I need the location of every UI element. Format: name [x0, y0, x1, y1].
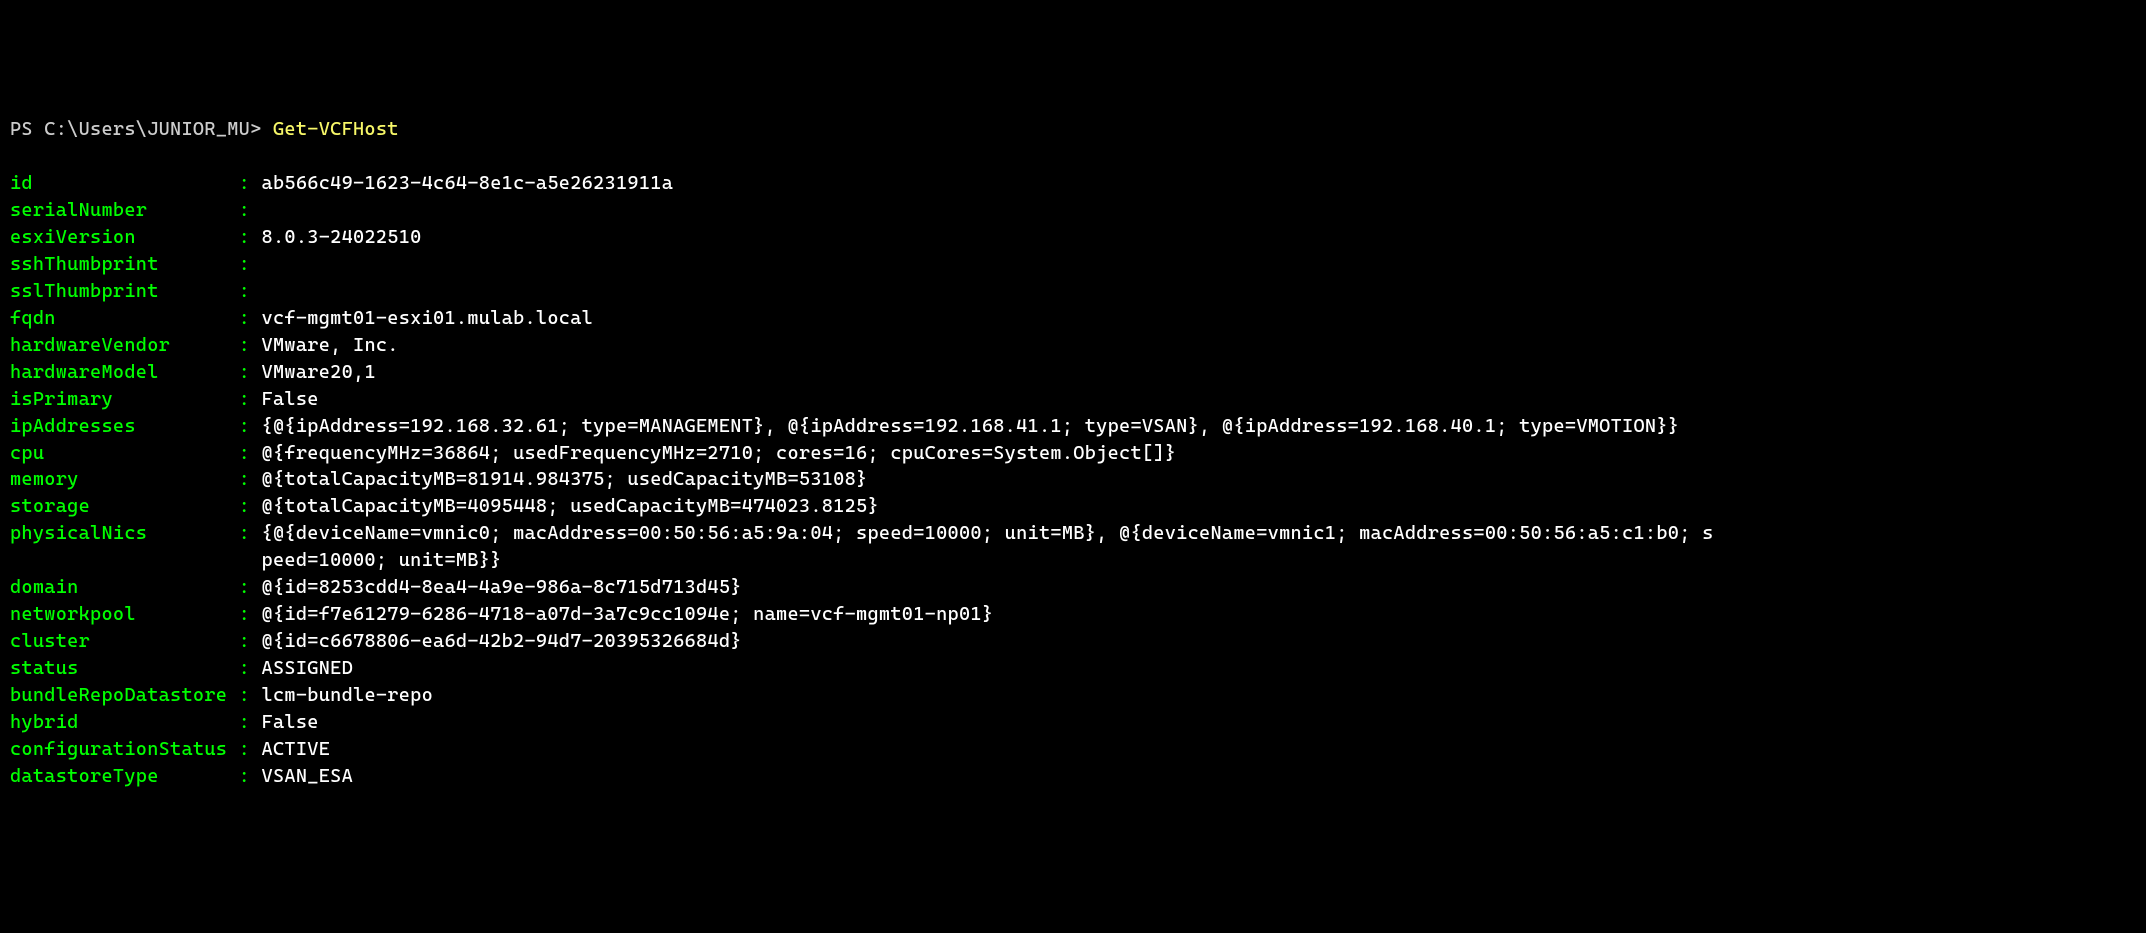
property-value: @{frequencyMHz=36864; usedFrequencyMHz=2…: [262, 442, 1177, 464]
property-value: VSAN_ESA: [262, 765, 353, 787]
property-name: sshThumbprint: [10, 253, 227, 275]
property-name: isPrimary: [10, 388, 227, 410]
property-row: networkpool : @{id=f7e61279-6286-4718-a0…: [10, 601, 2136, 628]
property-value: False: [262, 388, 319, 410]
property-separator: :: [227, 442, 261, 464]
property-row: hardwareModel : VMware20,1: [10, 359, 2136, 386]
property-name: hardwareModel: [10, 361, 227, 383]
property-name: fqdn: [10, 307, 227, 329]
property-value: @{id=c6678806-ea6d-42b2-94d7-20395326684…: [262, 630, 742, 652]
property-value: @{id=f7e61279-6286-4718-a07d-3a7c9cc1094…: [262, 603, 994, 625]
property-name: esxiVersion: [10, 226, 227, 248]
property-row: datastoreType : VSAN_ESA: [10, 763, 2136, 790]
property-separator: :: [227, 657, 261, 679]
property-row: serialNumber :: [10, 197, 2136, 224]
property-separator: :: [227, 630, 261, 652]
property-row: cpu : @{frequencyMHz=36864; usedFrequenc…: [10, 440, 2136, 467]
property-row: domain : @{id=8253cdd4-8ea4-4a9e-986a-8c…: [10, 574, 2136, 601]
property-name: networkpool: [10, 603, 227, 625]
property-separator: :: [227, 253, 261, 275]
property-row: status : ASSIGNED: [10, 655, 2136, 682]
property-separator: :: [227, 468, 261, 490]
property-value: ACTIVE: [262, 738, 331, 760]
prompt-command: Get-VCFHost: [273, 118, 399, 140]
property-name: cpu: [10, 442, 227, 464]
properties-list: id : ab566c49-1623-4c64-8e1c-a5e26231911…: [10, 170, 2136, 790]
property-name: status: [10, 657, 227, 679]
property-name: serialNumber: [10, 199, 227, 221]
property-value: {@{ipAddress=192.168.32.61; type=MANAGEM…: [262, 415, 1680, 437]
property-separator: :: [227, 226, 261, 248]
property-separator: :: [227, 388, 261, 410]
property-row: sslThumbprint :: [10, 278, 2136, 305]
property-name: configurationStatus: [10, 738, 227, 760]
property-value: vcf-mgmt01-esxi01.mulab.local: [262, 307, 594, 329]
property-separator: :: [227, 711, 261, 733]
property-name: sslThumbprint: [10, 280, 227, 302]
property-row: esxiVersion : 8.0.3-24022510: [10, 224, 2136, 251]
property-name: ipAddresses: [10, 415, 227, 437]
property-name: physicalNics: [10, 522, 227, 544]
blank-line: [10, 143, 2136, 170]
property-value: @{id=8253cdd4-8ea4-4a9e-986a-8c715d713d4…: [262, 576, 742, 598]
property-name: bundleRepoDatastore: [10, 684, 227, 706]
property-separator: :: [227, 738, 261, 760]
property-value: @{totalCapacityMB=81914.984375; usedCapa…: [262, 468, 868, 490]
property-row: id : ab566c49-1623-4c64-8e1c-a5e26231911…: [10, 170, 2136, 197]
property-separator: :: [227, 684, 261, 706]
property-row: cluster : @{id=c6678806-ea6d-42b2-94d7-2…: [10, 628, 2136, 655]
property-name: storage: [10, 495, 227, 517]
property-separator: :: [227, 280, 261, 302]
property-value: ASSIGNED: [262, 657, 353, 679]
property-row: isPrimary : False: [10, 386, 2136, 413]
property-separator: :: [227, 576, 261, 598]
property-separator: :: [227, 765, 261, 787]
property-separator: :: [227, 334, 261, 356]
property-separator: :: [227, 495, 261, 517]
property-row: sshThumbprint :: [10, 251, 2136, 278]
prompt-prefix: PS C:\Users\JUNIOR_MU>: [10, 118, 273, 140]
terminal-output: PS C:\Users\JUNIOR_MU> Get-VCFHost id : …: [10, 116, 2136, 790]
property-name: domain: [10, 576, 227, 598]
property-row: memory : @{totalCapacityMB=81914.984375;…: [10, 466, 2136, 493]
property-separator: :: [227, 199, 261, 221]
property-name: cluster: [10, 630, 227, 652]
property-separator: :: [227, 172, 261, 194]
property-value: lcm-bundle-repo: [262, 684, 434, 706]
property-value: VMware, Inc.: [262, 334, 399, 356]
property-row: hybrid : False: [10, 709, 2136, 736]
property-value: {@{deviceName=vmnic0; macAddress=00:50:5…: [262, 522, 1714, 544]
property-row: physicalNics : {@{deviceName=vmnic0; mac…: [10, 520, 2136, 547]
property-name: hardwareVendor: [10, 334, 227, 356]
property-value: ab566c49-1623-4c64-8e1c-a5e26231911a: [262, 172, 674, 194]
property-name: datastoreType: [10, 765, 227, 787]
property-name: hybrid: [10, 711, 227, 733]
property-separator: :: [227, 603, 261, 625]
property-row: ipAddresses : {@{ipAddress=192.168.32.61…: [10, 413, 2136, 440]
property-row: configurationStatus : ACTIVE: [10, 736, 2136, 763]
property-separator: :: [227, 415, 261, 437]
property-value: VMware20,1: [262, 361, 376, 383]
property-separator: :: [227, 307, 261, 329]
property-continuation: peed=10000; unit=MB}}: [10, 547, 2136, 574]
property-row: hardwareVendor : VMware, Inc.: [10, 332, 2136, 359]
property-value: 8.0.3-24022510: [262, 226, 422, 248]
prompt-line[interactable]: PS C:\Users\JUNIOR_MU> Get-VCFHost: [10, 116, 2136, 143]
property-row: storage : @{totalCapacityMB=4095448; use…: [10, 493, 2136, 520]
property-name: id: [10, 172, 227, 194]
property-name: memory: [10, 468, 227, 490]
property-row: bundleRepoDatastore : lcm-bundle-repo: [10, 682, 2136, 709]
property-separator: :: [227, 361, 261, 383]
property-row: fqdn : vcf-mgmt01-esxi01.mulab.local: [10, 305, 2136, 332]
property-separator: :: [227, 522, 261, 544]
property-value: False: [262, 711, 319, 733]
property-value: @{totalCapacityMB=4095448; usedCapacityM…: [262, 495, 879, 517]
